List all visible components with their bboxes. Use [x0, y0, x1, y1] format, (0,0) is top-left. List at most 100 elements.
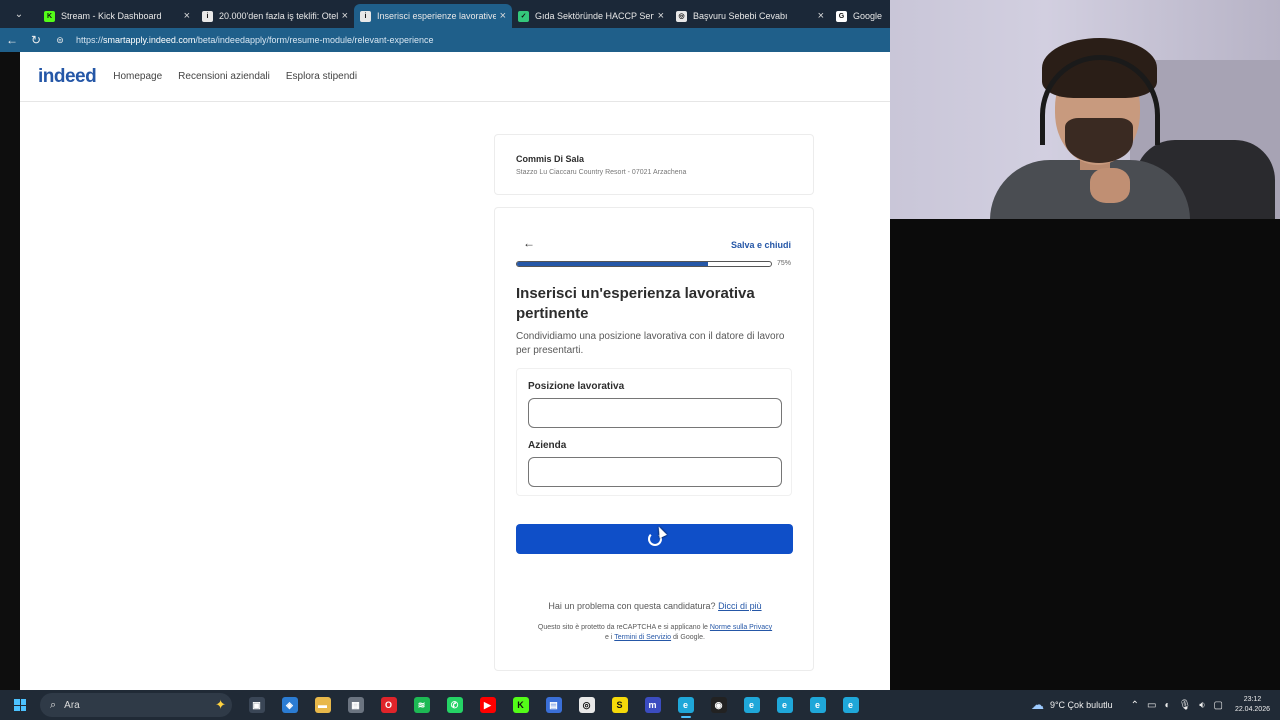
close-tab-icon[interactable]: × [342, 10, 348, 22]
system-tray: ☁ 9°C Çok bulutlu ⌃ ▭ ◐ 🎙︎ 🔉︎ ▢ 23:12 22… [1031, 690, 1280, 720]
taskbar-app-button[interactable]: ✆ [438, 690, 471, 720]
empty-desktop-area [890, 219, 1280, 690]
edge-profile-icon: e [809, 697, 826, 713]
url-prefix: https:// [76, 35, 104, 45]
edge-icon: e [677, 697, 694, 713]
clock-date: 22.04.2026 [1234, 706, 1270, 713]
job-location: Stazzo Lu Ciaccaru Country Resort - 0702… [516, 169, 687, 176]
job-position-input[interactable] [528, 398, 782, 428]
tray-app-icon[interactable]: ▭ [1147, 700, 1156, 711]
taskbar-app-button[interactable]: O [372, 690, 405, 720]
youtube-icon: ▶ [479, 697, 496, 713]
privacy-policy-link[interactable]: Norme sulla Privacy [710, 624, 772, 631]
save-and-close-link[interactable]: Salva e chiudi [731, 240, 791, 250]
weather-widget[interactable]: ☁ 9°C Çok bulutlu [1031, 697, 1113, 713]
taskbar-app-button[interactable]: e [735, 690, 768, 720]
copilot-sparkle-icon[interactable]: ✦ [215, 697, 226, 713]
taskbar-app-button[interactable]: K [504, 690, 537, 720]
start-button[interactable] [0, 690, 40, 720]
taskbar-app-button[interactable]: ◉ [702, 690, 735, 720]
spotify-icon: ≋ [413, 697, 430, 713]
kick-icon: K [44, 10, 55, 22]
taskbar-app-button[interactable]: e [669, 690, 702, 720]
tell-us-more-link[interactable]: Dicci di più [718, 601, 762, 611]
pinned-apps: ▣ ◈ ▬ ▦ O ≋ ✆ ▶ K ▤ ◎ Sm e ◉ e e e e [240, 690, 867, 720]
taskbar-app-button[interactable]: ◈ [273, 690, 306, 720]
company-input[interactable] [528, 457, 782, 487]
taskbar-app-button[interactable]: e [768, 690, 801, 720]
problem-notice: Hai un problema con questa candidatura? … [495, 601, 815, 611]
search-placeholder: Ara [64, 699, 80, 711]
taskbar-app-button[interactable]: ▣ [240, 690, 273, 720]
taskbar-app-button[interactable]: ▤ [537, 690, 570, 720]
problem-text: Hai un problema con questa candidatura? [548, 601, 716, 611]
browser-tab[interactable]: K Stream - Kick Dashboard × [38, 4, 196, 28]
url-path: /beta/indeedapply/form/resume-module/rel… [195, 35, 434, 45]
chatgpt-icon: ◎ [676, 10, 687, 22]
company-label: Azienda [528, 440, 567, 451]
close-tab-icon[interactable]: × [184, 10, 190, 22]
windows-logo-icon [14, 699, 26, 711]
cloud-icon: ☁ [1030, 697, 1044, 712]
recaptcha-text-3: di Google. [673, 634, 705, 641]
taskbar-app-button[interactable]: ◎ [570, 690, 603, 720]
taskbar-app-button[interactable]: ▬ [306, 690, 339, 720]
site-navbar: indeed Homepage Recensioni aziendali Esp… [20, 52, 890, 102]
taskbar-app-button[interactable]: e [834, 690, 867, 720]
tray-app-icon[interactable]: ◐ [1164, 700, 1170, 711]
close-tab-icon[interactable]: × [500, 10, 506, 22]
mail-icon: m [644, 697, 661, 713]
browser-tab[interactable]: G Google [830, 4, 890, 28]
indeed-logo[interactable]: indeed [38, 66, 97, 88]
reload-icon[interactable]: ↻ [24, 28, 48, 52]
microphone-icon[interactable]: 🎙︎ [1178, 700, 1191, 711]
recaptcha-notice: Questo sito è protetto da reCAPTCHA e si… [515, 623, 795, 643]
terms-of-service-link[interactable]: Termini di Servizio [614, 634, 671, 641]
browser-tab[interactable]: i Inserisci esperienze lavorative per × [354, 4, 512, 28]
edge-profile-icon: e [743, 697, 760, 713]
back-arrow-icon[interactable]: ← [523, 236, 535, 250]
taskbar-app-button[interactable]: ▶ [471, 690, 504, 720]
browser-address-bar: ← ↻ ⊜ https://smartapply.indeed.com/beta… [0, 28, 890, 52]
tab-title: Stream - Kick Dashboard [61, 11, 162, 21]
progress-bar-fill [517, 262, 708, 266]
site-info-icon[interactable]: ⊜ [48, 28, 72, 52]
tab-title: 20.000'den fazla iş teklifi: Oteller, 2 [219, 11, 338, 21]
taskbar-app-button[interactable]: S [603, 690, 636, 720]
tab-list-dropdown-icon[interactable]: ⌄ [0, 0, 38, 28]
nav-link-salaries[interactable]: Esplora stipendi [286, 71, 357, 82]
tab-title: Inserisci esperienze lavorative per [377, 11, 496, 21]
browser-tab[interactable]: ◎ Başvuru Sebebi Cevabı × [670, 4, 830, 28]
taskbar-clock[interactable]: 23:12 22.04.2026 [1235, 695, 1270, 715]
taskbar-app-button[interactable]: ▦ [339, 690, 372, 720]
webcam-overlay [890, 0, 1280, 219]
chevron-up-icon[interactable]: ⌃ [1131, 700, 1139, 711]
nav-link-company-reviews[interactable]: Recensioni aziendali [178, 71, 270, 82]
page-title: Inserisci un'esperienza lavorativa perti… [516, 285, 755, 322]
speaker-icon[interactable]: 🔉︎ [1199, 700, 1205, 711]
taskbar-app-button[interactable]: m [636, 690, 669, 720]
phone-link-icon: ▤ [545, 697, 562, 713]
taskbar-search[interactable]: ⌕ Ara ✦ [40, 693, 232, 717]
notification-icon[interactable]: ▢ [1214, 700, 1223, 711]
obs-icon: ◉ [710, 697, 727, 713]
job-title: Commis Di Sala [516, 154, 585, 164]
job-position-label: Posizione lavorativa [528, 381, 625, 392]
application-form-card: ← Salva e chiudi 75% Inserisci un'esperi… [494, 207, 814, 671]
store-icon: ◈ [281, 697, 298, 713]
nav-link-homepage[interactable]: Homepage [113, 71, 162, 82]
taskbar-app-button[interactable]: e [801, 690, 834, 720]
taskbar-app-button[interactable]: ≋ [405, 690, 438, 720]
browser-tab[interactable]: i 20.000'den fazla iş teklifi: Oteller, 2… [196, 4, 354, 28]
url-domain: smartapply.indeed.com [103, 35, 196, 45]
close-tab-icon[interactable]: × [818, 10, 824, 22]
back-nav-icon[interactable]: ← [0, 28, 24, 52]
browser-tab[interactable]: ✓ Gıda Sektöründe HACCP Sertifikası × [512, 4, 670, 28]
progress-label: 75% [777, 260, 792, 267]
close-tab-icon[interactable]: × [658, 10, 664, 22]
url-field[interactable]: https://smartapply.indeed.com/beta/indee… [76, 35, 434, 45]
web-page: indeed Homepage Recensioni aziendali Esp… [20, 52, 890, 690]
tab-title: Başvuru Sebebi Cevabı [693, 11, 788, 21]
search-icon: ⌕ [50, 698, 57, 711]
info-icon: i [202, 10, 213, 22]
